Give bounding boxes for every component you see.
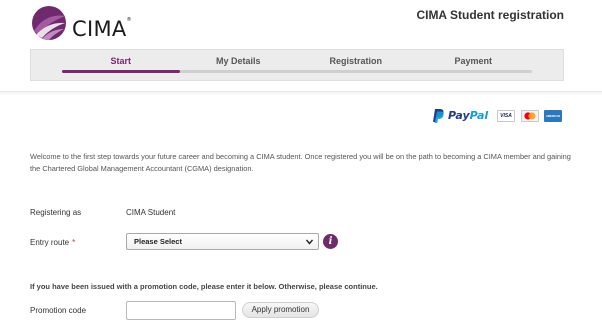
mastercard-logo	[521, 110, 539, 122]
visa-logo: VISA	[497, 110, 515, 122]
apply-promotion-button[interactable]: Apply promotion	[242, 302, 319, 318]
paypal-p-icon	[433, 109, 444, 123]
progress-steps: Start My Details Registration Payment	[30, 49, 564, 81]
cima-logo[interactable]: CIMA®	[30, 4, 132, 42]
chevron-down-icon	[306, 239, 313, 245]
step-registration: Registration	[329, 56, 383, 66]
entry-route-label: Entry route *	[30, 238, 76, 247]
paypal-wordmark: PayPal	[448, 109, 489, 122]
required-marker: *	[72, 238, 76, 247]
promotion-code-input[interactable]	[126, 301, 236, 320]
info-icon[interactable]: i	[323, 234, 338, 249]
step-my-details: My Details	[215, 56, 261, 66]
amex-logo: AMERICAN EXPRESS	[544, 110, 562, 129]
promotion-code-label: Promotion code	[30, 306, 87, 315]
cima-logo-mark-icon	[32, 6, 66, 40]
entry-route-select[interactable]: Please Select	[126, 233, 319, 250]
registering-as-label: Registering as	[30, 208, 82, 217]
progress-fill	[62, 70, 180, 73]
promotion-instructions: If you have been issued with a promotion…	[30, 282, 378, 291]
welcome-message: Welcome to the first step towards your f…	[30, 152, 571, 173]
step-start: Start	[110, 56, 132, 66]
logo-wordmark: CIMA®	[72, 17, 132, 41]
page-title: CIMA Student registration	[416, 8, 564, 22]
progress-track	[62, 70, 532, 73]
entry-route-selected-value: Please Select	[134, 237, 182, 246]
mastercard-circles-icon	[524, 112, 536, 120]
step-payment: Payment	[454, 56, 493, 66]
registering-as-value: CIMA Student	[126, 208, 176, 217]
header-divider	[0, 91, 602, 96]
